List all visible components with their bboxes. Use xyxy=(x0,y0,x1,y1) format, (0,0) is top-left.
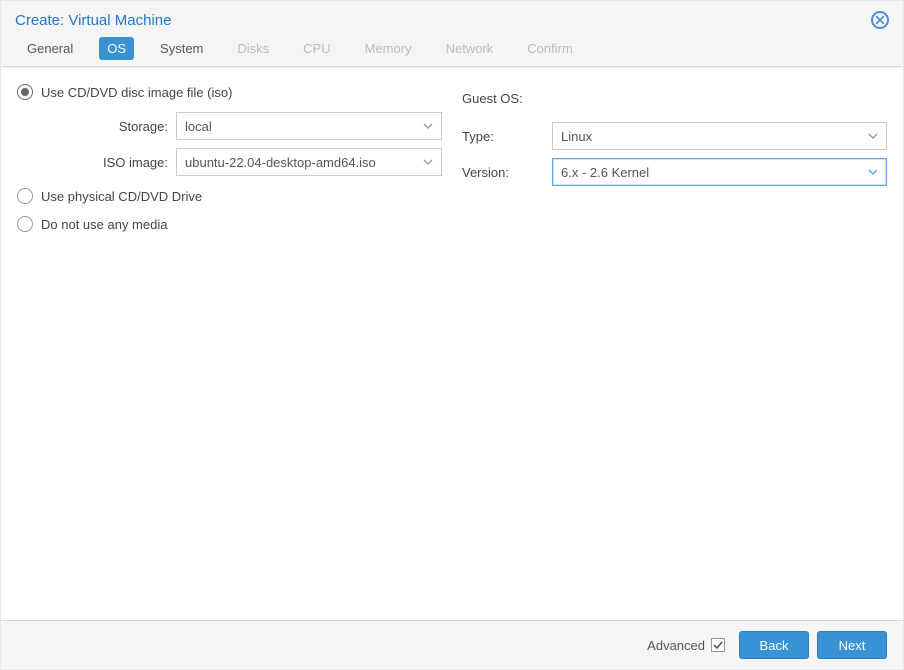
tab-cpu: CPU xyxy=(295,37,338,60)
radio-label: Do not use any media xyxy=(41,217,167,232)
radio-label: Use physical CD/DVD Drive xyxy=(41,189,202,204)
radio-use-iso[interactable]: Use CD/DVD disc image file (iso) xyxy=(17,84,442,100)
next-button[interactable]: Next xyxy=(817,631,887,659)
os-type-value: Linux xyxy=(561,129,592,144)
storage-value: local xyxy=(185,119,212,134)
advanced-toggle[interactable]: Advanced xyxy=(647,638,725,653)
chevron-down-icon xyxy=(423,121,433,131)
titlebar: Create: Virtual Machine xyxy=(1,1,903,37)
dialog-footer: Advanced Back Next xyxy=(1,620,903,669)
radio-no-media[interactable]: Do not use any media xyxy=(17,216,442,232)
os-type-label: Type: xyxy=(462,129,552,144)
iso-image-value: ubuntu-22.04-desktop-amd64.iso xyxy=(185,155,376,170)
os-version-label: Version: xyxy=(462,165,552,180)
tab-general[interactable]: General xyxy=(19,37,81,60)
close-icon xyxy=(875,15,885,25)
check-icon xyxy=(713,640,723,650)
media-column: Use CD/DVD disc image file (iso) Storage… xyxy=(17,84,442,244)
storage-label: Storage: xyxy=(41,119,176,134)
radio-icon xyxy=(17,188,33,204)
guest-os-heading: Guest OS: xyxy=(462,91,523,106)
back-button[interactable]: Back xyxy=(739,631,809,659)
radio-label: Use CD/DVD disc image file (iso) xyxy=(41,85,232,100)
storage-select[interactable]: local xyxy=(176,112,442,140)
tab-panel-os: Use CD/DVD disc image file (iso) Storage… xyxy=(1,67,903,620)
wizard-tabs: General OS System Disks CPU Memory Netwo… xyxy=(1,37,903,67)
tab-network: Network xyxy=(438,37,502,60)
chevron-down-icon xyxy=(423,157,433,167)
tab-system[interactable]: System xyxy=(152,37,211,60)
radio-use-physical[interactable]: Use physical CD/DVD Drive xyxy=(17,188,442,204)
close-button[interactable] xyxy=(871,11,889,29)
advanced-label: Advanced xyxy=(647,638,705,653)
iso-image-label: ISO image: xyxy=(41,155,176,170)
iso-image-select[interactable]: ubuntu-22.04-desktop-amd64.iso xyxy=(176,148,442,176)
tab-memory: Memory xyxy=(357,37,420,60)
chevron-down-icon xyxy=(868,167,878,177)
tab-os[interactable]: OS xyxy=(99,37,134,60)
dialog-create-vm: Create: Virtual Machine General OS Syste… xyxy=(0,0,904,670)
chevron-down-icon xyxy=(868,131,878,141)
guest-os-column: Guest OS: Type: Linux Version: 6.x - 2.6… xyxy=(462,84,887,244)
tab-disks: Disks xyxy=(229,37,277,60)
tab-confirm: Confirm xyxy=(519,37,581,60)
radio-icon xyxy=(17,216,33,232)
os-version-select[interactable]: 6.x - 2.6 Kernel xyxy=(552,158,887,186)
radio-icon xyxy=(17,84,33,100)
os-type-select[interactable]: Linux xyxy=(552,122,887,150)
advanced-checkbox xyxy=(711,638,725,652)
os-version-value: 6.x - 2.6 Kernel xyxy=(561,165,649,180)
dialog-title: Create: Virtual Machine xyxy=(15,12,171,29)
